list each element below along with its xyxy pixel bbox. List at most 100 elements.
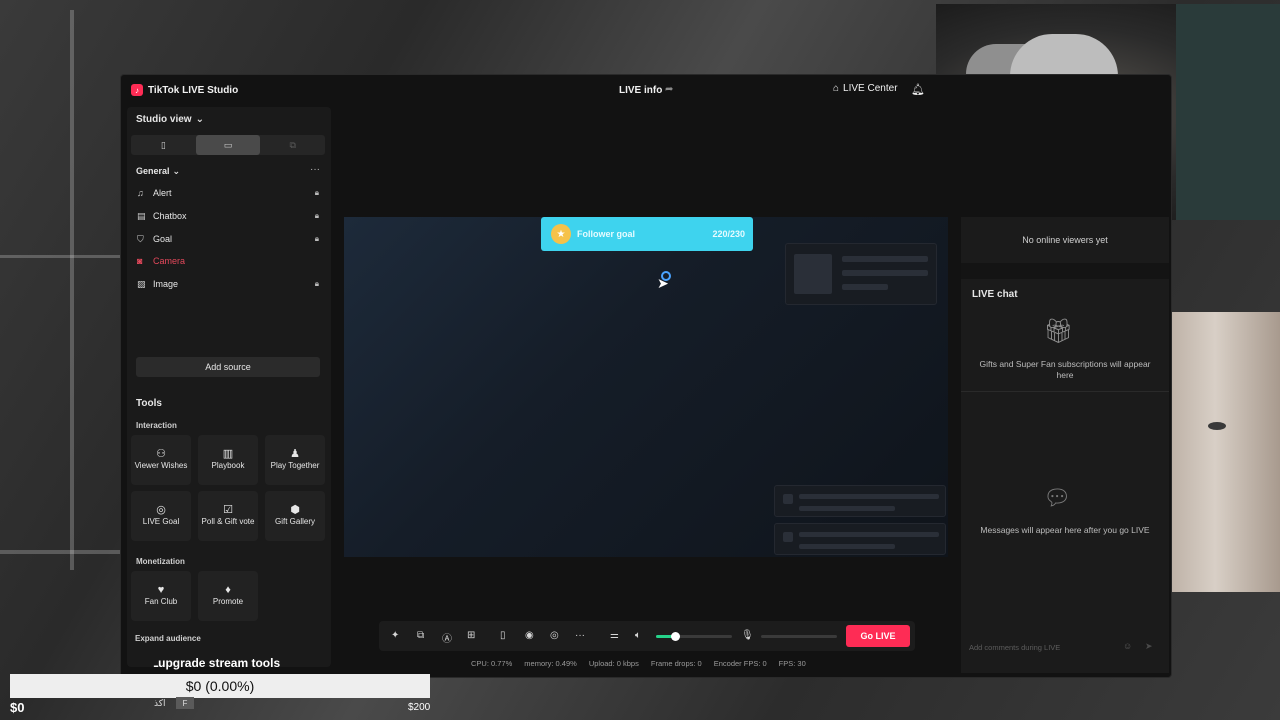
- gift-box-icon: 🎁︎: [1043, 318, 1074, 345]
- notification-bell-icon[interactable]: 🔔︎: [911, 83, 925, 96]
- tool-label: Playbook: [211, 461, 245, 470]
- effects-icon[interactable]: ⧉: [417, 630, 424, 641]
- share-icon[interactable]: ➦: [665, 84, 673, 95]
- lock-icon[interactable]: 🔒︎: [315, 188, 319, 198]
- source-item-camera[interactable]: ◙ Camera: [137, 253, 325, 269]
- app-title: TikTok LIVE Studio: [148, 85, 239, 96]
- ai-icon[interactable]: Ⓐ: [442, 630, 452, 645]
- add-source-button[interactable]: Add source: [136, 357, 320, 377]
- skeleton-bar: [799, 506, 895, 511]
- heart-icon: ♥: [157, 584, 165, 596]
- sliders-icon[interactable]: ⚌: [610, 630, 619, 641]
- tool-label: Viewer Wishes: [134, 461, 188, 470]
- general-scene-dropdown[interactable]: General ⌄: [136, 166, 180, 177]
- person-icon: ♟: [290, 448, 300, 460]
- gift-gallery-button[interactable]: ⬢ Gift Gallery: [265, 491, 325, 541]
- skeleton-card: [774, 523, 946, 555]
- go-live-button[interactable]: Go LIVE: [846, 625, 910, 647]
- more-icon[interactable]: ···: [575, 630, 585, 641]
- tool-label: Poll & Gift vote: [201, 517, 255, 526]
- tool-label: Play Together: [270, 461, 320, 470]
- lock-icon[interactable]: 🔒︎: [315, 211, 319, 221]
- left-panel: Studio view ⌄ ▯ ▭ ⧉ General ⌄ ··· ♫ Aler…: [127, 107, 331, 667]
- cpu-stat: CPU: 0.77%: [471, 659, 513, 668]
- emoji-icon[interactable]: ☺: [1123, 641, 1132, 651]
- donation-goal-max: $200: [408, 702, 431, 713]
- viewer-wishes-button[interactable]: ⚇ Viewer Wishes: [131, 435, 191, 485]
- lock-icon[interactable]: 🔒︎: [315, 279, 319, 289]
- dual-layout-button[interactable]: ⧉: [260, 135, 325, 155]
- speaker-icon[interactable]: 🔈︎: [635, 630, 641, 641]
- live-info-button[interactable]: LIVE info: [619, 85, 662, 96]
- donation-goal-text: $0 (0.00%): [185, 678, 255, 694]
- live-chat-title: LIVE chat: [972, 289, 1018, 300]
- volume-knob[interactable]: [671, 632, 680, 641]
- donation-goal-bar: $0 (0.00%): [10, 674, 430, 698]
- webcam-background: [1176, 4, 1280, 220]
- live-center-button[interactable]: ⌂ LIVE Center: [833, 83, 898, 94]
- source-label: Goal: [153, 234, 173, 244]
- studio-view-label: Studio view: [136, 114, 192, 125]
- donation-goal-min: $0: [10, 700, 25, 715]
- playbook-button[interactable]: ▥ Playbook: [198, 435, 258, 485]
- skeleton-bar: [799, 494, 939, 499]
- skeleton-card: [785, 243, 937, 305]
- flame-icon: ♦: [225, 584, 231, 596]
- background-streak: [70, 10, 74, 570]
- chat-bubble-icon: 💬︎: [1043, 485, 1071, 510]
- background-photo-eye: [1208, 422, 1226, 430]
- microphone-icon[interactable]: 🎙︎: [741, 630, 754, 641]
- microphone-slider[interactable]: [761, 635, 837, 638]
- skeleton-card: [774, 485, 946, 517]
- source-item-alert[interactable]: ♫ Alert 🔒︎: [137, 185, 325, 201]
- source-item-goal[interactable]: ⛉ Goal 🔒︎: [137, 231, 325, 247]
- camera-settings-icon[interactable]: ◎: [550, 630, 559, 641]
- phone-icon[interactable]: ▯: [500, 630, 506, 641]
- source-label: Chatbox: [153, 211, 187, 221]
- landscape-layout-button[interactable]: ▭: [195, 135, 261, 155]
- interaction-heading: Interaction: [136, 421, 177, 430]
- skeleton-bar: [799, 532, 939, 537]
- no-viewers-text: No online viewers yet: [1022, 235, 1108, 245]
- source-label: Alert: [153, 188, 172, 198]
- background-photo: [1172, 312, 1280, 592]
- promote-button[interactable]: ♦ Promote: [198, 571, 258, 621]
- tiktok-logo-icon: ♪: [131, 84, 143, 96]
- poll-icon: ☑: [223, 504, 233, 516]
- status-bar: CPU: 0.77% memory: 0.49% Upload: 0 kbps …: [471, 659, 871, 668]
- frame-drops-stat: Frame drops: 0: [650, 659, 702, 668]
- chevron-down-icon: ⌄: [195, 114, 204, 125]
- studio-view-dropdown[interactable]: Studio view ⌄: [136, 114, 204, 125]
- live-center-label: LIVE Center: [843, 83, 898, 94]
- skeleton-bar: [842, 270, 928, 276]
- send-icon[interactable]: ➤: [1145, 641, 1153, 652]
- fan-club-button[interactable]: ♥ Fan Club: [131, 571, 191, 621]
- comment-input[interactable]: Add comments during LIVE: [969, 639, 1137, 655]
- live-goal-button[interactable]: ◎ LIVE Goal: [131, 491, 191, 541]
- record-icon[interactable]: ◉: [525, 630, 534, 641]
- messages-placeholder-text: Messages will appear here after you go L…: [980, 525, 1150, 535]
- bell-icon: ♫: [137, 188, 144, 198]
- lock-icon[interactable]: 🔒︎: [315, 234, 319, 244]
- volume-slider[interactable]: [656, 632, 732, 641]
- more-options-icon[interactable]: ···: [310, 164, 320, 175]
- follower-goal-widget[interactable]: ★ Follower goal 220/230: [541, 217, 753, 251]
- portrait-layout-button[interactable]: ▯: [131, 135, 196, 155]
- skeleton-bar: [783, 494, 793, 504]
- play-together-button[interactable]: ♟ Play Together: [265, 435, 325, 485]
- expand-audience-heading: Expand audience: [135, 634, 201, 643]
- poll-gift-vote-button[interactable]: ☑ Poll & Gift vote: [198, 491, 258, 541]
- source-item-chatbox[interactable]: ▤ Chatbox 🔒︎: [137, 208, 325, 224]
- source-item-image[interactable]: ▨ Image 🔒︎: [137, 276, 325, 292]
- users-icon: ⚇: [156, 448, 166, 460]
- home-icon: ⌂: [833, 83, 840, 94]
- goal-title: Follower goal: [577, 229, 636, 239]
- background-text: اكذ: [154, 698, 166, 708]
- fps-stat: FPS: 30: [778, 659, 806, 668]
- layout-grid-icon[interactable]: ⊞: [467, 630, 475, 641]
- skeleton-bar: [842, 284, 888, 290]
- magic-wand-icon[interactable]: ✦: [391, 630, 399, 641]
- upload-stat: Upload: 0 kbps: [588, 659, 639, 668]
- source-label: Camera: [153, 256, 186, 266]
- studio-window: ♪ TikTok LIVE Studio LIVE info ➦ ⌂ LIVE …: [120, 74, 1172, 678]
